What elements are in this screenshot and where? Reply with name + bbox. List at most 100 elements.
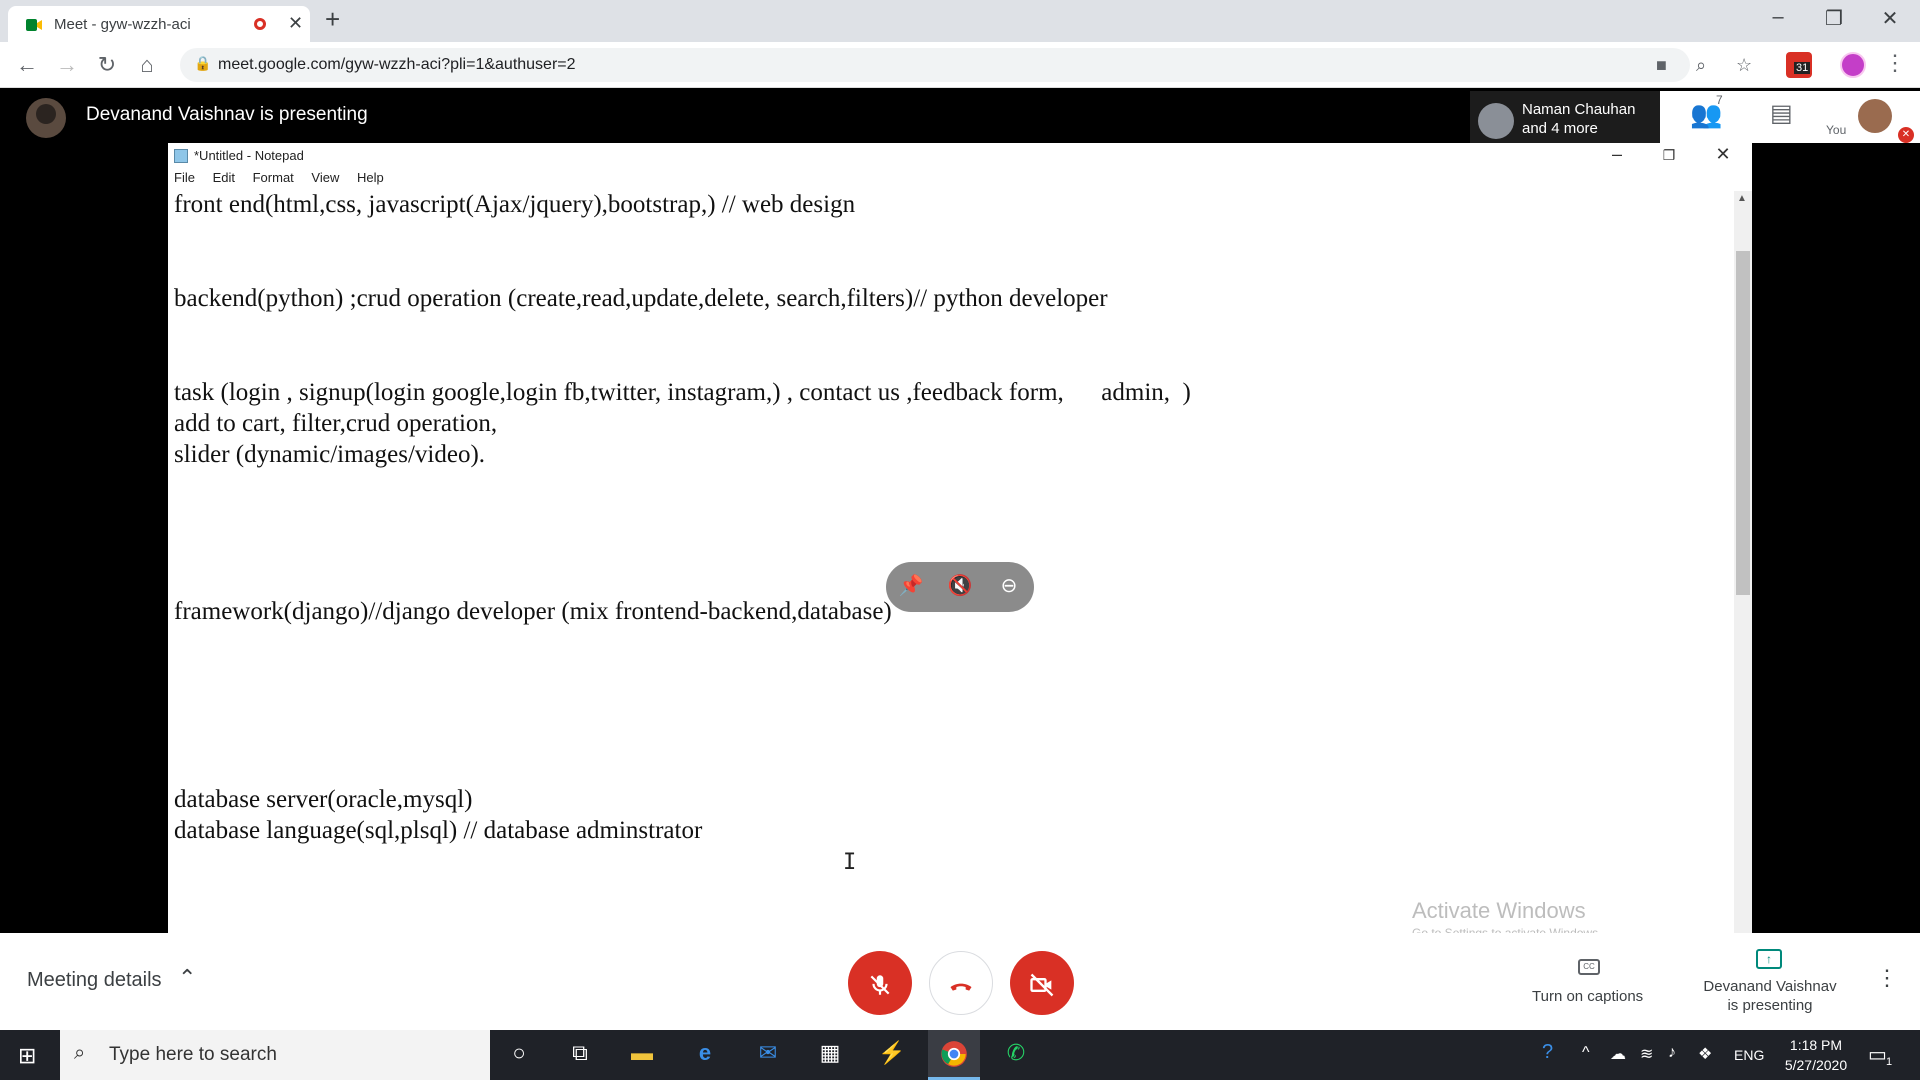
notepad-line: database server(oracle,mysql) (174, 785, 473, 813)
file-explorer-icon[interactable]: ▬ (622, 1040, 662, 1070)
people-count: 7 (1716, 93, 1723, 107)
notepad-line (174, 752, 1734, 783)
menu-format[interactable]: Format (253, 170, 294, 185)
recording-indicator-icon (254, 18, 266, 30)
notepad-line (174, 345, 1734, 376)
menu-file[interactable]: File (174, 170, 195, 185)
close-window-button[interactable]: ✕ (1870, 6, 1910, 31)
notepad-line: backend(python) ;crud operation (create,… (174, 284, 1108, 312)
notepad-line (174, 252, 1734, 283)
chevron-up-icon[interactable]: ⌃ (178, 965, 196, 991)
address-bar[interactable]: 🔒 meet.google.com/gyw-wzzh-aci?pli=1&aut… (180, 48, 1752, 82)
mic-off-icon (870, 975, 890, 995)
task-view-icon[interactable]: ⧉ (560, 1040, 600, 1070)
lock-icon[interactable]: 🔒 (194, 55, 211, 72)
notepad-window[interactable]: *Untitled - Notepad – ❐ ✕ File Edit Form… (168, 143, 1752, 933)
notepad-close-button[interactable]: ✕ (1703, 144, 1743, 165)
hang-up-button[interactable] (929, 951, 993, 1015)
notepad-line (174, 220, 1734, 251)
notepad-line (174, 627, 1734, 658)
captions-icon[interactable]: CC (1578, 959, 1600, 975)
volume-icon[interactable]: ♪ (1668, 1044, 1676, 1062)
vscode-icon[interactable]: ⚡ (872, 1040, 912, 1070)
notepad-line (174, 721, 1734, 752)
activate-windows-watermark: Activate Windows (1412, 898, 1586, 923)
presenting-title: Devanand Vaishnav is presenting (86, 104, 368, 125)
clock-time[interactable]: 1:18 PM (1786, 1037, 1846, 1053)
participant-more: and 4 more (1522, 120, 1598, 137)
restore-window-button[interactable]: ❐ (1814, 6, 1854, 31)
notification-center-icon[interactable]: ▭ (1868, 1042, 1887, 1067)
notepad-scrollbar[interactable]: ▲ (1734, 191, 1752, 933)
camera-in-use-icon[interactable]: ■ (1656, 55, 1667, 76)
forward-button[interactable]: → (52, 52, 82, 78)
edge-icon[interactable]: e (685, 1040, 725, 1070)
presenting-status-line1[interactable]: Devanand Vaishnav (1702, 978, 1838, 995)
browser-tab[interactable]: Meet - gyw-wzzh-aci ✕ (8, 6, 310, 42)
captions-button[interactable]: Turn on captions (1532, 988, 1643, 1005)
notepad-restore-button[interactable]: ❐ (1649, 147, 1689, 164)
reload-button[interactable]: ↻ (92, 52, 122, 78)
chrome-taskbar-button[interactable] (928, 1030, 980, 1080)
windows-start-icon[interactable]: ⊞ (18, 1043, 36, 1069)
meet-bottom-bar: Meeting details ⌃ CC Turn on captions ↑ … (0, 933, 1920, 1030)
notepad-line (174, 314, 1734, 345)
menu-view[interactable]: View (311, 170, 339, 185)
mic-off-button[interactable] (848, 951, 912, 1015)
dropbox-icon[interactable]: ❖ (1698, 1044, 1712, 1064)
meet-favicon-icon (26, 19, 42, 31)
bookmark-star-icon[interactable]: ☆ (1736, 55, 1752, 76)
participant-name: Naman Chauhan (1522, 101, 1636, 118)
browser-toolbar: ← → ↻ ⌂ 🔒 meet.google.com/gyw-wzzh-aci?p… (0, 42, 1920, 88)
minimize-window-button[interactable]: – (1758, 6, 1798, 29)
notepad-line (174, 690, 1734, 721)
notepad-icon (174, 149, 188, 163)
home-button[interactable]: ⌂ (132, 52, 162, 78)
participants-chip[interactable]: Naman Chauhan and 4 more (1470, 91, 1660, 143)
cortana-icon[interactable]: ○ (499, 1040, 539, 1070)
browser-menu-icon[interactable]: ⋮ (1884, 50, 1906, 76)
camera-off-button[interactable] (1010, 951, 1074, 1015)
mute-speaker-icon[interactable]: 🔇 (945, 573, 975, 598)
presenting-status-line2[interactable]: is presenting (1702, 997, 1838, 1014)
notepad-text-area[interactable]: front end(html,css, javascript(Ajax/jque… (174, 189, 1734, 846)
notepad-line: slider (dynamic/images/video). (174, 441, 486, 469)
camera-off-icon (1030, 973, 1054, 997)
self-avatar[interactable] (1858, 99, 1892, 133)
search-placeholder[interactable]: Type here to search (109, 1044, 277, 1066)
menu-help[interactable]: Help (357, 170, 384, 185)
present-screen-icon[interactable]: ↑ (1756, 949, 1782, 969)
url-text[interactable]: meet.google.com/gyw-wzzh-aci?pli=1&authu… (218, 56, 576, 74)
language-indicator[interactable]: ENG (1734, 1047, 1764, 1063)
notepad-line: add to cart, filter,crud operation, (174, 410, 498, 438)
remove-icon[interactable]: ⊖ (994, 573, 1024, 598)
notepad-minimize-button[interactable]: – (1597, 144, 1637, 165)
onedrive-icon[interactable]: ☁ (1610, 1044, 1626, 1064)
scroll-thumb[interactable] (1736, 251, 1750, 595)
taskbar-search-box[interactable]: ⌕ Type here to search (60, 1030, 490, 1080)
tray-chevron-icon[interactable]: ^ (1582, 1044, 1590, 1062)
pin-icon[interactable]: 📌 (896, 573, 926, 598)
profile-avatar[interactable] (1840, 52, 1866, 78)
calendar-extension-icon[interactable]: 31 (1786, 52, 1812, 78)
tab-close-icon[interactable]: ✕ (288, 13, 303, 34)
scroll-up-icon[interactable]: ▲ (1737, 193, 1747, 204)
back-button[interactable]: ← (12, 52, 42, 78)
chat-icon[interactable]: ▤ (1770, 99, 1793, 128)
mail-icon[interactable]: ✉ (748, 1040, 788, 1070)
search-icon: ⌕ (74, 1042, 86, 1064)
whatsapp-icon[interactable]: ✆ (996, 1040, 1036, 1070)
notepad-line: database language(sql,plsql) // database… (174, 816, 703, 844)
wifi-icon[interactable]: ≋ (1640, 1044, 1653, 1064)
more-options-icon[interactable]: ⋮ (1876, 965, 1898, 991)
help-icon[interactable]: ? (1542, 1041, 1553, 1064)
meeting-details-button[interactable]: Meeting details (27, 969, 162, 992)
menu-edit[interactable]: Edit (213, 170, 235, 185)
clock-date[interactable]: 5/27/2020 (1774, 1057, 1858, 1073)
hang-up-phone-icon (950, 983, 972, 991)
notepad-line: front end(html,css, javascript(Ajax/jque… (174, 191, 856, 218)
store-icon[interactable]: ▦ (810, 1040, 850, 1070)
zoom-icon[interactable]: ⌕ (1696, 55, 1706, 76)
new-tab-button[interactable]: + (325, 4, 340, 35)
calendar-badge: 31 (1794, 62, 1811, 74)
